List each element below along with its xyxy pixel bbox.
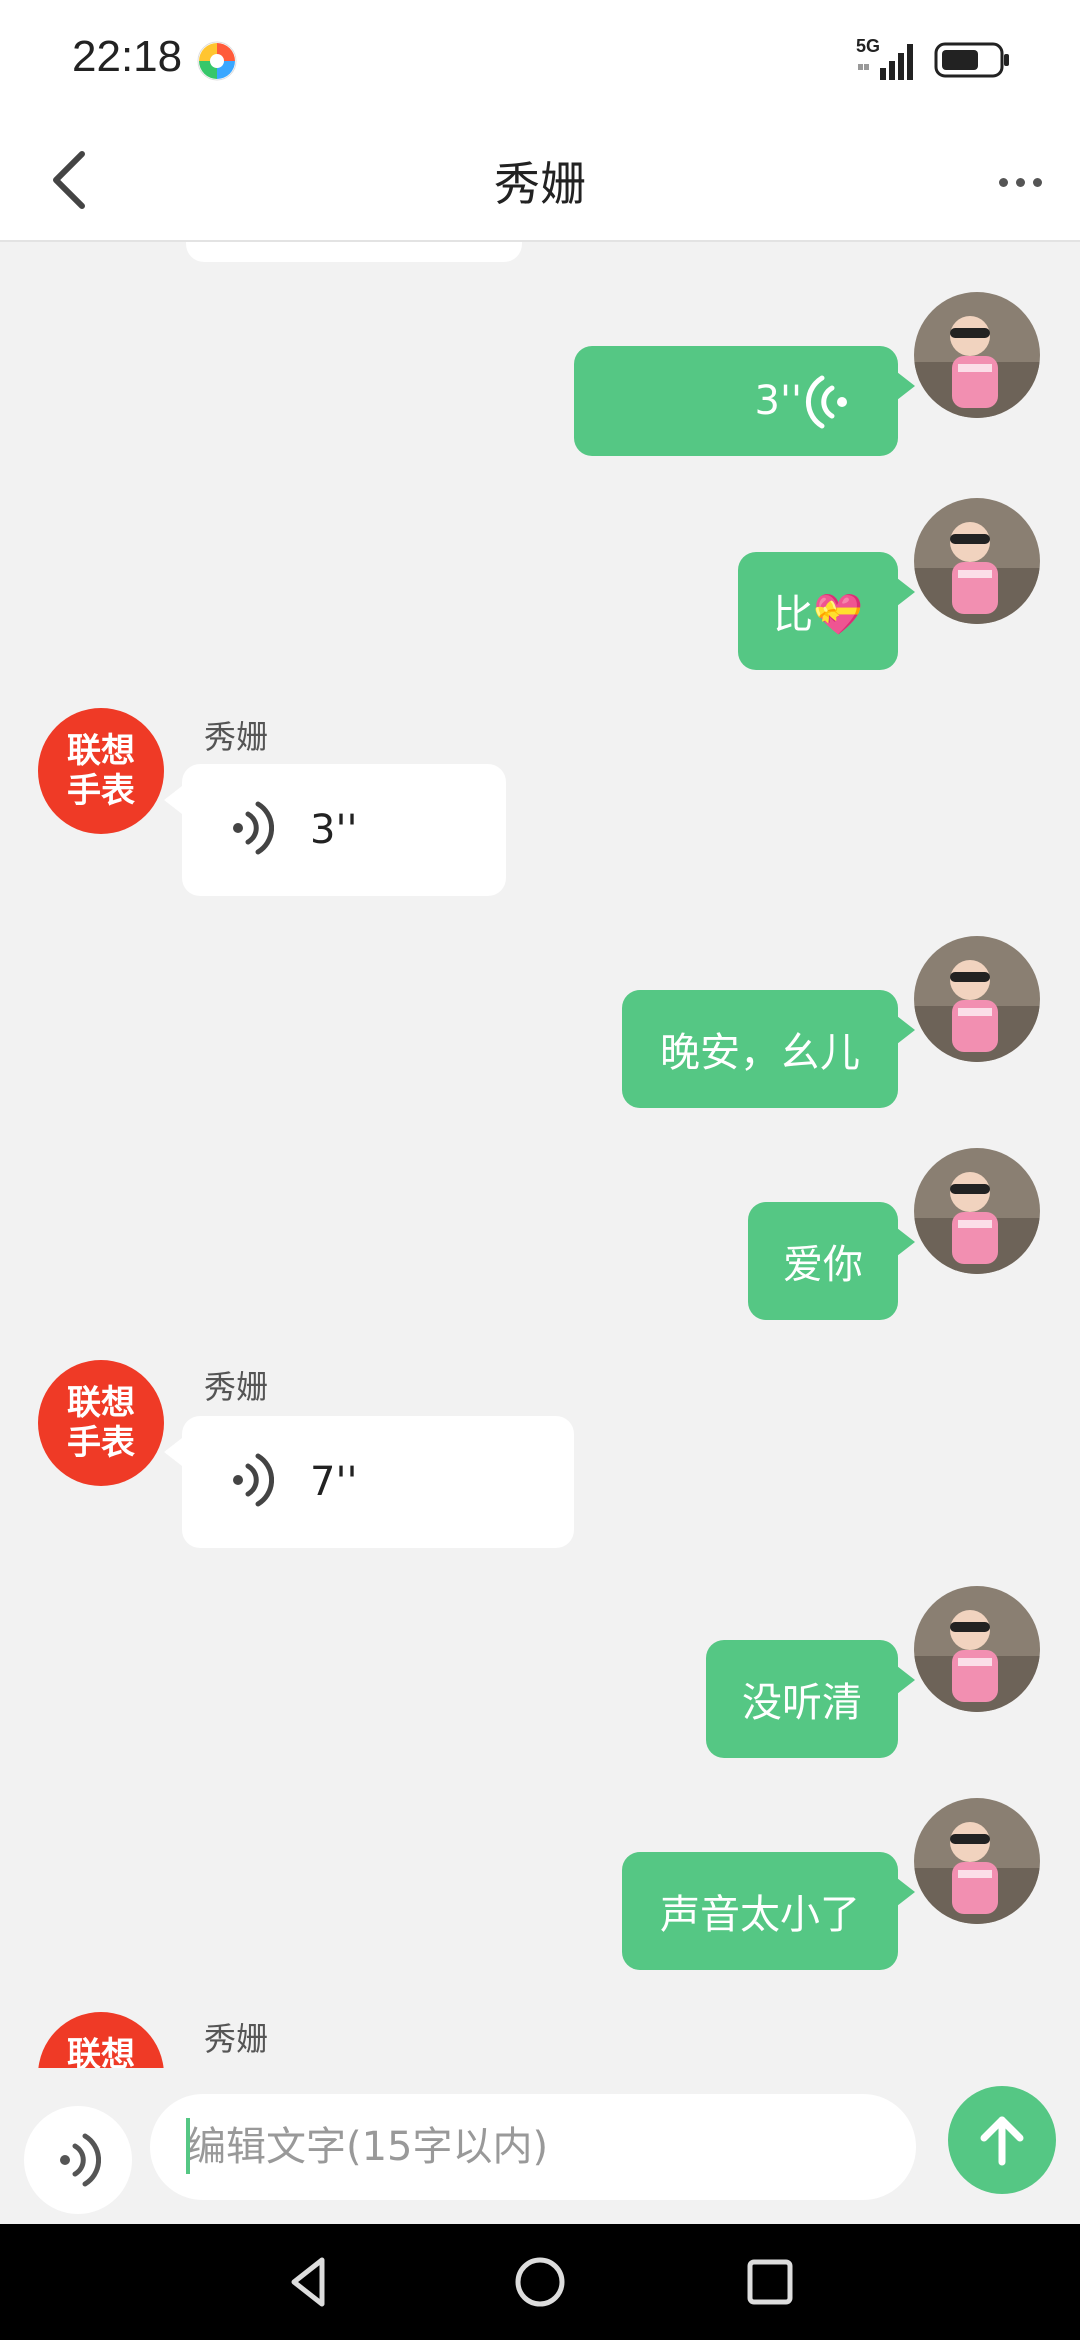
square-recents-icon[interactable]	[740, 2252, 800, 2312]
avatar[interactable]	[914, 498, 1040, 624]
brand-line-2: 手表	[67, 1423, 135, 1463]
message-input[interactable]	[150, 2094, 916, 2200]
bubble-tail	[897, 1016, 915, 1044]
send-button[interactable]	[948, 2086, 1056, 2194]
text-cursor	[186, 2118, 190, 2174]
page-title: 秀姗	[494, 157, 586, 211]
sender-name: 秀姗	[204, 2020, 269, 2058]
text-bubble[interactable]: 没听清	[706, 1640, 898, 1758]
system-nav-bar	[0, 2224, 1080, 2340]
chat-list[interactable]: 妈妈 3'' 妈妈 比💝 联想 手表 秀姗 3''	[0, 242, 1080, 2068]
avatar[interactable]	[914, 292, 1040, 418]
text-bubble[interactable]: 晚安，幺儿	[622, 990, 898, 1108]
sender-name: 秀姗	[204, 1368, 269, 1406]
voice-wave-icon	[60, 2133, 101, 2187]
brand-line-1: 联想	[67, 1383, 135, 1423]
brand-line-2: 手表	[67, 771, 135, 811]
voice-duration: 7''	[310, 1459, 358, 1505]
avatar[interactable]	[914, 1586, 1040, 1712]
bubble-tail	[897, 1666, 915, 1694]
voice-toggle-button[interactable]	[24, 2106, 132, 2214]
text-bubble[interactable]: 声音太小了	[622, 1852, 898, 1970]
bubble-tail	[897, 578, 915, 606]
status-time: 22:18	[72, 32, 183, 81]
cell-signal-icon: 5G	[856, 36, 913, 80]
bubble-tail	[897, 1878, 915, 1906]
voice-duration: 3''	[754, 378, 802, 424]
voice-wave-icon	[233, 1453, 274, 1507]
more-dots-icon[interactable]	[984, 146, 1056, 218]
battery-icon	[934, 42, 1009, 78]
voice-wave-icon	[805, 375, 847, 429]
brand-line-1: 联想	[67, 731, 135, 771]
bubble-tail	[164, 786, 182, 814]
triangle-back-icon[interactable]	[280, 2252, 340, 2312]
avatar[interactable]	[914, 1148, 1040, 1274]
bubble-tail	[897, 372, 915, 400]
bubble-tail	[897, 1228, 915, 1256]
avatar[interactable]: 联想 手表	[38, 1360, 164, 1486]
cropped-bubble	[186, 242, 522, 262]
text-bubble[interactable]: 比💝	[738, 552, 898, 670]
arrow-up-icon	[980, 2116, 1024, 2166]
voice-wave-icon	[233, 801, 274, 855]
title-bar: 秀姗	[0, 120, 1080, 242]
bubble-tail	[164, 1438, 182, 1466]
sender-name: 秀姗	[204, 718, 269, 756]
avatar[interactable]	[914, 936, 1040, 1062]
brand-line-1: 联想	[67, 2035, 135, 2068]
text-bubble[interactable]: 爱你	[748, 1202, 898, 1320]
color-swirl-icon	[197, 41, 237, 81]
input-bar	[0, 2068, 1080, 2224]
network-label: 5G	[856, 36, 880, 56]
avatar[interactable]	[914, 1798, 1040, 1924]
voice-duration: 3''	[310, 807, 358, 853]
avatar[interactable]: 联想 手表	[38, 708, 164, 834]
circle-home-icon[interactable]	[510, 2252, 570, 2312]
avatar[interactable]: 联想 手表	[38, 2012, 164, 2068]
status-bar: 22:18 5G	[0, 0, 1080, 120]
